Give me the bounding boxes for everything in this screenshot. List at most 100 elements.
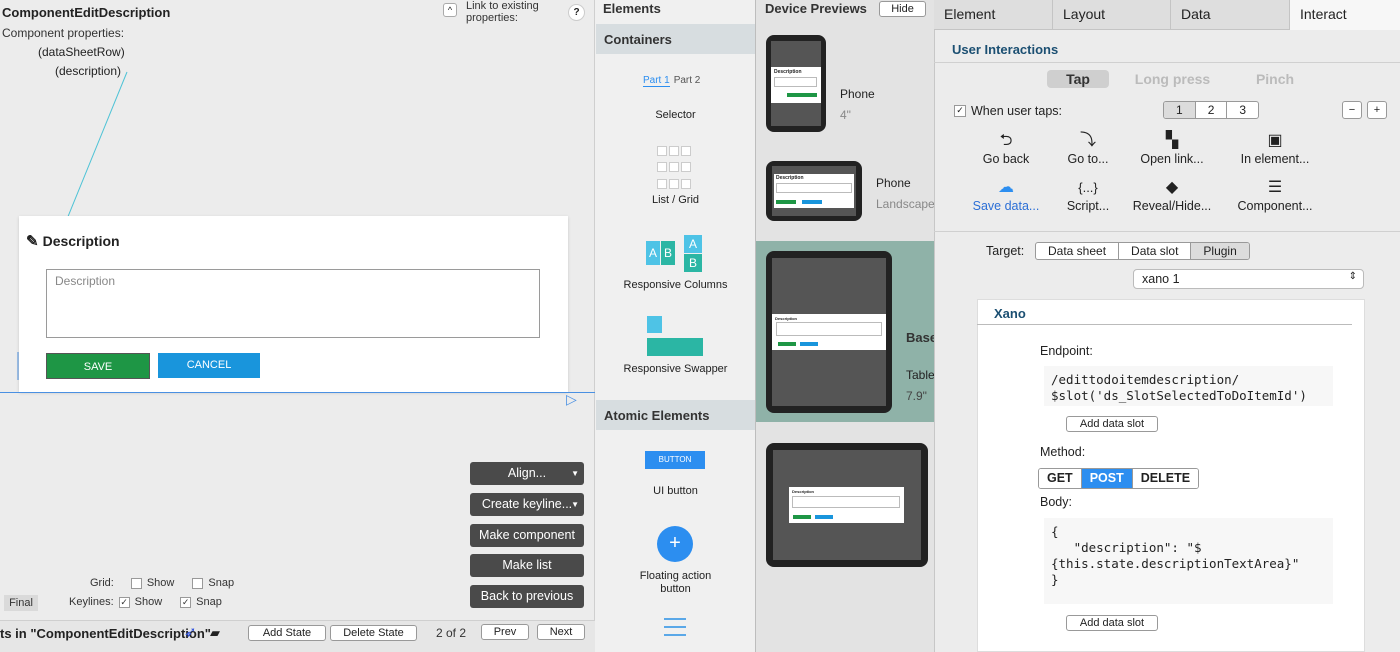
- device-3-name: Base: [906, 330, 934, 345]
- hamburger-icon[interactable]: [664, 618, 686, 636]
- selector-preview[interactable]: Part 1 Part 2: [643, 75, 700, 87]
- target-selector[interactable]: Data sheet Data slot Plugin: [1035, 242, 1250, 260]
- target-data-sheet[interactable]: Data sheet: [1036, 243, 1120, 259]
- tab-layout[interactable]: Layout: [1053, 0, 1171, 30]
- back-to-previous-button[interactable]: Back to previous: [470, 585, 584, 608]
- make-component-button[interactable]: Make component: [470, 524, 584, 547]
- device-1-name: Phone: [840, 87, 875, 101]
- guide-line: [0, 392, 595, 393]
- ui-button-preview[interactable]: BUTTON: [645, 451, 705, 469]
- select-chevron-icon: ⇕: [1348, 271, 1357, 282]
- target-label: Target:: [986, 244, 1025, 258]
- tap-count-2[interactable]: 2: [1196, 102, 1228, 118]
- gesture-tab-tap[interactable]: Tap: [1047, 70, 1109, 88]
- plugin-select[interactable]: xano 1 ⇕: [1133, 269, 1364, 289]
- device-2-sub: Landscape: [876, 197, 934, 211]
- endpoint-line-1: /edittodoitemdescription/: [1051, 372, 1240, 387]
- go-to-action[interactable]: ⤵ Go to...: [1043, 130, 1133, 166]
- tab-element[interactable]: Element: [934, 0, 1053, 30]
- keylines-show-checkbox[interactable]: ✓: [118, 596, 130, 608]
- fab-label[interactable]: Floating action button: [595, 570, 756, 596]
- grid-snap-checkbox[interactable]: [192, 577, 204, 589]
- align-button[interactable]: Align... ▼: [470, 462, 584, 485]
- grid-show-checkbox[interactable]: [130, 577, 142, 589]
- atomic-elements-section[interactable]: Atomic Elements: [596, 400, 755, 430]
- save-data-action[interactable]: ☁ Save data...: [961, 177, 1051, 213]
- next-button[interactable]: Next: [537, 624, 585, 640]
- hide-previews-button[interactable]: Hide: [879, 1, 926, 17]
- delete-state-button[interactable]: Delete State: [330, 625, 417, 641]
- cloud-upload-icon: ☁: [998, 179, 1014, 196]
- method-delete[interactable]: DELETE: [1132, 469, 1199, 488]
- method-post[interactable]: POST: [1081, 469, 1133, 488]
- selector-part1: Part 1: [643, 75, 670, 87]
- responsive-swapper-label[interactable]: Responsive Swapper: [595, 363, 756, 376]
- method-selector[interactable]: GET POST DELETE: [1038, 468, 1200, 489]
- save-button[interactable]: SAVE: [46, 353, 150, 379]
- tablet-landscape-preview[interactable]: Description: [766, 443, 928, 567]
- cancel-button[interactable]: CANCEL: [158, 353, 260, 378]
- endpoint-field[interactable]: /edittodoitemdescription/ $slot('ds_Slot…: [1044, 366, 1333, 406]
- keylines-snap-checkbox[interactable]: ✓: [180, 596, 192, 608]
- ui-button-label[interactable]: UI button: [595, 485, 756, 497]
- component-action[interactable]: ☰ Component...: [1230, 177, 1320, 213]
- selector-part2: Part 2: [673, 75, 701, 86]
- add-data-slot-button[interactable]: Add data slot: [1066, 416, 1158, 432]
- body-line-4: }: [1051, 572, 1059, 587]
- create-keyline-button[interactable]: Create keyline... ▼: [470, 493, 584, 516]
- in-element-label: In element...: [1240, 152, 1310, 166]
- reveal-hide-action[interactable]: ◆ Reveal/Hide...: [1127, 177, 1217, 213]
- body-line-1: {: [1051, 524, 1059, 539]
- target-plugin[interactable]: Plugin: [1191, 243, 1249, 259]
- prev-button[interactable]: Prev: [481, 624, 529, 640]
- open-link-action[interactable]: ▚ Open link...: [1127, 130, 1217, 166]
- grid-snap-label: Snap: [208, 577, 235, 589]
- add-data-slot-button-2[interactable]: Add data slot: [1066, 615, 1158, 631]
- gesture-tab-long-press[interactable]: Long press: [1130, 70, 1215, 88]
- user-interactions-title: User Interactions: [952, 42, 1059, 57]
- responsive-swapper-icon[interactable]: [647, 316, 703, 356]
- tab-interact[interactable]: Interact: [1290, 0, 1400, 30]
- phone-landscape-preview[interactable]: Description: [766, 161, 862, 221]
- tap-count-3[interactable]: 3: [1227, 102, 1258, 118]
- script-braces-icon: {...}: [1078, 180, 1098, 195]
- minus-button[interactable]: −: [1342, 101, 1362, 119]
- grid-label: Grid:: [90, 577, 114, 589]
- state-icon[interactable]: ▰: [210, 625, 220, 641]
- body-field[interactable]: { "description": "$ {this.state.descript…: [1044, 518, 1333, 604]
- gesture-tab-pinch[interactable]: Pinch: [1240, 70, 1310, 88]
- device-2-name: Phone: [876, 176, 911, 190]
- add-state-button[interactable]: Add State: [248, 625, 326, 641]
- go-back-action[interactable]: ⮌ Go back: [961, 130, 1051, 166]
- in-element-action[interactable]: ▣ In element...: [1230, 130, 1320, 166]
- plugin-select-value: xano 1: [1142, 272, 1180, 286]
- tablet-preview-title: Description: [775, 316, 798, 321]
- make-list-button[interactable]: Make list: [470, 554, 584, 577]
- save-data-label: Save data...: [972, 199, 1040, 213]
- guide-triangle-icon[interactable]: ▷: [566, 391, 577, 408]
- final-tag[interactable]: Final: [4, 595, 38, 611]
- list-grid-label[interactable]: List / Grid: [595, 194, 756, 206]
- fab-plus-icon[interactable]: +: [657, 526, 693, 562]
- reveal-hide-label: Reveal/Hide...: [1132, 199, 1212, 213]
- method-get[interactable]: GET: [1039, 469, 1082, 488]
- target-data-slot[interactable]: Data slot: [1119, 243, 1192, 259]
- keylines-show-label: Show: [134, 596, 163, 608]
- tablet-preview[interactable]: Description: [766, 251, 892, 413]
- tab-data[interactable]: Data: [1171, 0, 1290, 30]
- list-grid-icon[interactable]: [657, 146, 692, 193]
- responsive-columns-icon[interactable]: A B A B: [646, 235, 704, 273]
- tap-count-1[interactable]: 1: [1164, 102, 1196, 118]
- containers-section[interactable]: Containers: [596, 24, 755, 54]
- phone-preview[interactable]: Description: [766, 35, 826, 132]
- when-user-taps-row: ✓ When user taps:: [954, 104, 1062, 118]
- keylines-snap-label: Snap: [196, 596, 222, 608]
- tap-count-selector[interactable]: 1 2 3: [1163, 101, 1260, 119]
- device-3-sub: Table: [906, 368, 934, 382]
- responsive-columns-label[interactable]: Responsive Columns: [595, 279, 756, 292]
- plus-button[interactable]: +: [1367, 101, 1387, 119]
- selector-label[interactable]: Selector: [595, 109, 756, 121]
- script-action[interactable]: {...} Script...: [1043, 177, 1133, 213]
- description-textarea[interactable]: Description: [46, 269, 540, 338]
- when-user-taps-checkbox[interactable]: ✓: [954, 105, 966, 117]
